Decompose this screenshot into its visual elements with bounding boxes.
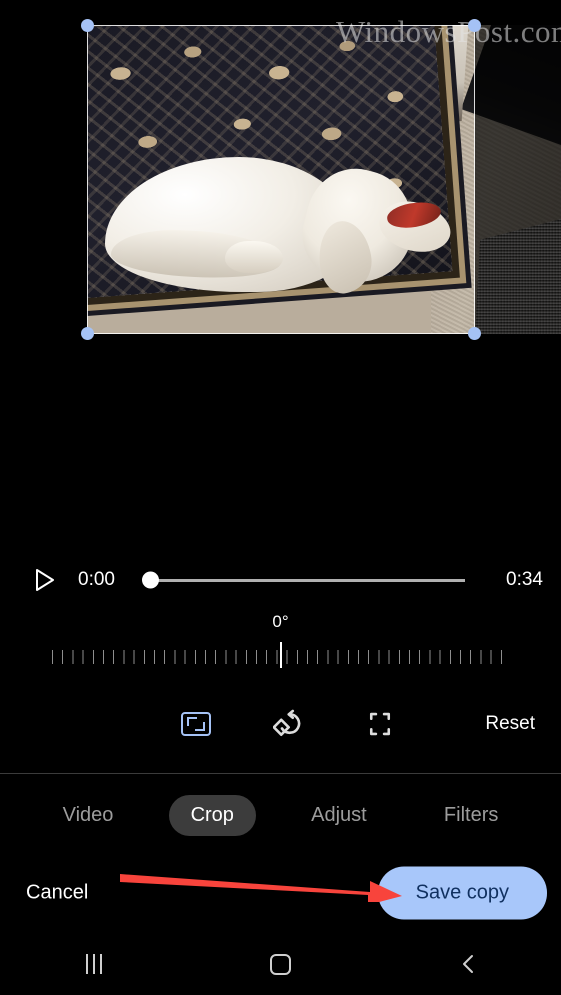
reset-button[interactable]: Reset — [485, 713, 535, 735]
total-time-label: 0:34 — [506, 569, 543, 590]
tab-adjust[interactable]: Adjust — [289, 795, 389, 836]
video-editor-screen: WindowsPost.com 0:00 0:34 0° Reset Video… — [0, 0, 561, 995]
crop-tool-bar: Reset — [0, 698, 561, 750]
rotation-ruler[interactable]: 0° — [0, 612, 561, 674]
system-nav-bar — [0, 933, 561, 995]
free-crop-icon — [369, 712, 391, 736]
section-divider — [0, 773, 561, 774]
recents-icon — [85, 954, 102, 974]
aspect-ratio-icon — [181, 712, 211, 736]
rotate-icon — [273, 709, 301, 736]
crop-handle-top-right[interactable] — [468, 19, 481, 32]
scrubber-track[interactable] — [142, 571, 465, 589]
nav-home-button[interactable] — [187, 953, 374, 975]
play-icon — [36, 569, 54, 591]
nav-recents-button[interactable] — [0, 954, 187, 974]
editor-tabs: Video Crop Adjust Filters — [0, 790, 561, 840]
action-bar: Cancel Save copy — [0, 858, 561, 928]
crop-handle-bottom-right[interactable] — [468, 327, 481, 340]
playback-bar: 0:00 0:34 — [0, 560, 561, 600]
nav-back-button[interactable] — [374, 953, 561, 975]
tab-crop[interactable]: Crop — [168, 794, 256, 836]
preview-stage[interactable]: WindowsPost.com — [0, 0, 561, 540]
tab-video[interactable]: Video — [41, 795, 136, 836]
scrubber-thumb[interactable] — [142, 571, 159, 589]
current-time-label: 0:00 — [78, 569, 115, 590]
play-button[interactable] — [22, 569, 68, 591]
save-copy-button[interactable]: Save copy — [377, 866, 547, 920]
ruler-center-tick — [279, 642, 282, 668]
angle-value-label: 0° — [272, 612, 289, 631]
free-crop-button[interactable] — [334, 710, 426, 738]
crop-handle-top-left[interactable] — [81, 19, 94, 32]
ruler-track[interactable] — [52, 642, 509, 668]
aspect-ratio-button[interactable] — [150, 712, 242, 736]
home-icon — [270, 953, 291, 975]
crop-frame[interactable] — [81, 19, 481, 340]
crop-handle-bottom-left[interactable] — [81, 327, 94, 340]
back-icon — [462, 955, 473, 973]
tab-filters[interactable]: Filters — [422, 795, 520, 836]
cancel-button[interactable]: Cancel — [26, 882, 88, 905]
rotate-button[interactable] — [242, 709, 334, 739]
